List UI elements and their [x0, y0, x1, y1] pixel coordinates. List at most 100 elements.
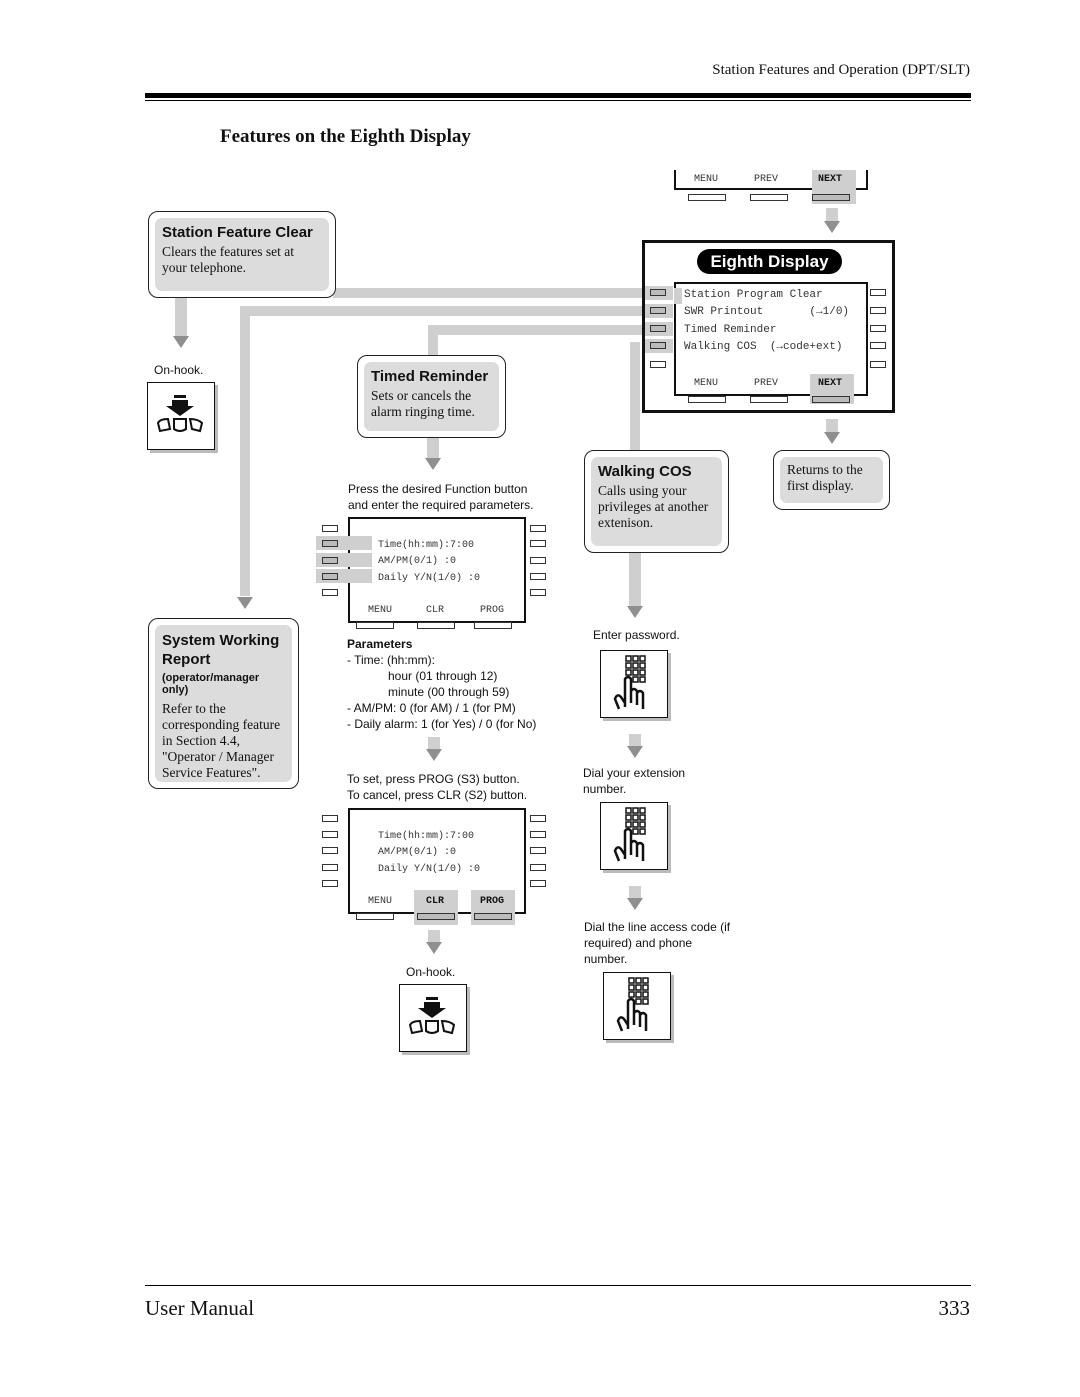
function-button[interactable]	[322, 589, 338, 596]
lcd-line-walking-cos[interactable]: Walking COS (→code+ext)	[684, 341, 842, 353]
path-walking-cos	[630, 342, 640, 452]
param-daily: - Daily alarm: 1 (for Yes) / 0 (for No)	[347, 717, 537, 731]
path-timed-reminder-vertical	[428, 325, 438, 355]
top-button-next[interactable]	[812, 194, 850, 201]
softkey-menu[interactable]: MENU	[368, 896, 392, 907]
function-button[interactable]	[322, 525, 338, 532]
system-working-report-box: System Working Report (operator/manager …	[148, 618, 299, 789]
down-arrow-icon	[824, 221, 840, 233]
down-arrow-icon	[425, 458, 441, 470]
function-button-right[interactable]	[530, 815, 546, 822]
lcd-line-swr-printout[interactable]: SWR Printout (→1/0)	[684, 306, 849, 318]
dial-keypad-icon	[600, 802, 668, 870]
button-clr[interactable]	[417, 913, 455, 920]
top-button-prev[interactable]	[750, 194, 788, 201]
footer-rule	[145, 1285, 971, 1286]
down-arrow-icon	[426, 942, 442, 954]
returns-box: Returns to the first display.	[773, 450, 890, 510]
function-button-right[interactable]	[530, 573, 546, 580]
feature-title: Timed Reminder	[371, 368, 489, 385]
on-hook-caption: On-hook.	[154, 363, 204, 377]
lcd-ampm: AM/PM(0/1) :0	[378, 847, 457, 858]
softkey-clr[interactable]: CLR	[426, 896, 444, 907]
dial-line-caption: Dial the line access code (if required) …	[584, 920, 731, 966]
feature-desc: Calls using your privileges at another e…	[598, 483, 709, 530]
button-prog[interactable]	[474, 913, 512, 920]
button-menu[interactable]	[356, 913, 394, 920]
function-button-ampm[interactable]	[322, 557, 338, 564]
softkey-menu[interactable]: MENU	[694, 378, 718, 389]
arrow-shaft	[826, 419, 838, 432]
function-button[interactable]	[322, 864, 338, 871]
button-prog[interactable]	[474, 622, 512, 629]
path-timed-reminder	[428, 325, 648, 335]
function-button-right[interactable]	[530, 880, 546, 887]
function-button-right[interactable]	[530, 525, 546, 532]
function-button-1[interactable]	[650, 289, 666, 296]
arrow-shaft	[428, 737, 440, 749]
button-next[interactable]	[812, 396, 850, 403]
path-system-working-vertical	[240, 306, 250, 596]
function-button-right[interactable]	[530, 864, 546, 871]
dial-extension-caption: Dial your extension number.	[583, 766, 686, 796]
button-menu[interactable]	[688, 396, 726, 403]
parameters-heading: Parameters	[347, 637, 413, 651]
softkey-menu[interactable]: MENU	[694, 174, 718, 185]
feature-desc: Sets or cancels the alarm ringing time.	[371, 388, 475, 419]
feature-note: (operator/manager only)	[162, 672, 260, 696]
button-clr[interactable]	[417, 622, 455, 629]
header-rule-thin	[145, 100, 971, 101]
function-button-right[interactable]	[530, 831, 546, 838]
lcd-line-timed-reminder[interactable]: Timed Reminder	[684, 324, 776, 336]
function-button-2[interactable]	[650, 307, 666, 314]
softkey-prev[interactable]: PREV	[754, 378, 778, 389]
function-button-right-5[interactable]	[870, 361, 886, 368]
lcd-line-station-program-clear[interactable]: Station Program Clear	[684, 289, 823, 301]
function-button[interactable]	[322, 815, 338, 822]
softkey-prev[interactable]: PREV	[754, 174, 778, 185]
param-minute: minute (00 through 59)	[388, 685, 510, 699]
lcd-ampm: AM/PM(0/1) :0	[378, 556, 457, 567]
section-header: Station Features and Operation (DPT/SLT)	[712, 62, 970, 78]
function-button-right-4[interactable]	[870, 342, 886, 349]
softkey-prog[interactable]: PROG	[480, 896, 504, 907]
function-button-time[interactable]	[322, 540, 338, 547]
function-button-daily[interactable]	[322, 573, 338, 580]
button-prev[interactable]	[750, 396, 788, 403]
function-button-right-1[interactable]	[870, 289, 886, 296]
top-button-menu[interactable]	[688, 194, 726, 201]
function-button-4[interactable]	[650, 342, 666, 349]
softkey-next[interactable]: NEXT	[818, 378, 842, 389]
function-button-3[interactable]	[650, 325, 666, 332]
on-hook-caption: On-hook.	[406, 965, 456, 979]
dial-keypad-icon	[600, 650, 668, 718]
to-cancel-caption: To cancel, press CLR (S2) button.	[347, 788, 528, 802]
button-menu[interactable]	[356, 622, 394, 629]
function-button[interactable]	[322, 880, 338, 887]
softkey-next[interactable]: NEXT	[818, 174, 842, 185]
to-set-caption: To set, press PROG (S3) button.	[347, 772, 520, 786]
function-button-right[interactable]	[530, 557, 546, 564]
param-time: - Time: (hh:mm):	[347, 653, 436, 667]
function-button-right-2[interactable]	[870, 307, 886, 314]
page-number: 333	[938, 1296, 971, 1320]
softkey-prog[interactable]: PROG	[480, 605, 504, 616]
feature-desc: Refer to the corresponding feature in Se…	[162, 701, 281, 780]
softkey-menu[interactable]: MENU	[368, 605, 392, 616]
function-button-right[interactable]	[530, 540, 546, 547]
top-softkey-bar: MENU PREV NEXT	[674, 170, 868, 204]
arrow-shaft	[428, 930, 440, 942]
softkey-clr[interactable]: CLR	[426, 605, 444, 616]
lcd-time: Time(hh:mm):7:00	[378, 831, 475, 842]
lcd-daily: Daily Y/N(1/0) :0	[378, 864, 481, 875]
function-button-5[interactable]	[650, 361, 666, 368]
down-arrow-icon	[627, 746, 643, 758]
returns-desc: Returns to the first display.	[787, 462, 863, 493]
function-button-right[interactable]	[530, 589, 546, 596]
function-button-right[interactable]	[530, 847, 546, 854]
function-button[interactable]	[322, 847, 338, 854]
param-hour: hour (01 through 12)	[388, 669, 498, 683]
function-button[interactable]	[322, 831, 338, 838]
function-button-right-3[interactable]	[870, 325, 886, 332]
on-hook-phone-icon	[399, 984, 467, 1052]
